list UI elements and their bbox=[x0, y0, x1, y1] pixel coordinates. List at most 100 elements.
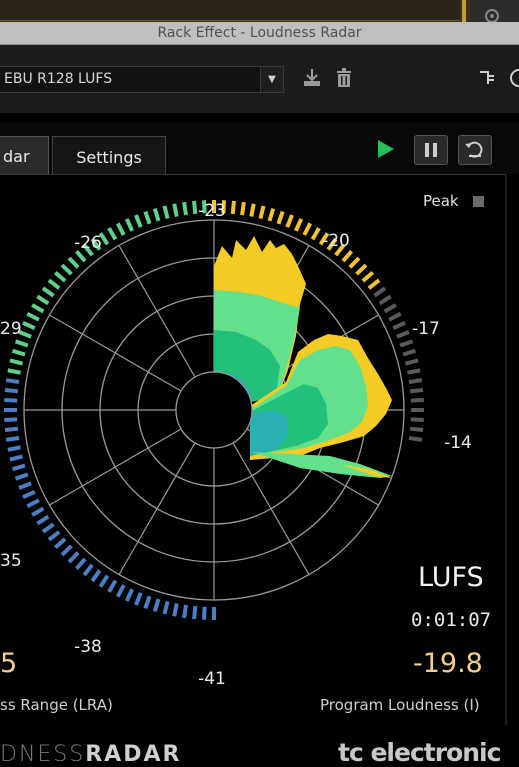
ring-segment bbox=[396, 330, 410, 339]
ring-segment bbox=[341, 249, 354, 263]
host-gear-area[interactable] bbox=[470, 0, 519, 23]
tab-radar[interactable]: dar bbox=[0, 136, 49, 175]
ring-segment bbox=[402, 348, 417, 357]
ring-segment bbox=[60, 544, 73, 557]
window-title-bar[interactable]: Rack Effect - Loudness Radar bbox=[0, 22, 519, 45]
ring-segment bbox=[5, 378, 20, 384]
ring-segment bbox=[383, 303, 397, 314]
ring-segment bbox=[361, 270, 375, 283]
ring-segment bbox=[9, 454, 24, 462]
ring-segment bbox=[143, 595, 152, 610]
ring-segment bbox=[285, 214, 294, 228]
scale-label-minus23: -23 bbox=[198, 201, 226, 221]
ring-segment bbox=[31, 506, 45, 517]
ring-segment bbox=[404, 358, 419, 366]
pause-button[interactable] bbox=[414, 135, 448, 165]
trash-icon[interactable] bbox=[334, 67, 354, 93]
routing-icon[interactable] bbox=[478, 68, 498, 92]
ring-segment bbox=[143, 210, 152, 225]
play-icon[interactable] bbox=[370, 135, 402, 163]
ring-segment bbox=[31, 303, 45, 314]
ring-segment bbox=[107, 227, 118, 241]
ring-segment bbox=[26, 311, 40, 322]
brand-left-thin: DNESS bbox=[0, 742, 86, 767]
peak-label: Peak bbox=[423, 192, 459, 210]
scale-label-minus38: -38 bbox=[74, 637, 102, 657]
host-track-strip bbox=[0, 0, 460, 21]
chevron-down-icon[interactable]: ▼ bbox=[260, 67, 283, 92]
tab-settings[interactable]: Settings bbox=[52, 136, 166, 175]
preset-value: EBU R128 LUFS bbox=[4, 71, 113, 87]
ring-segment bbox=[162, 600, 170, 615]
power-icon[interactable] bbox=[508, 66, 519, 94]
ring-segment bbox=[7, 445, 21, 452]
scale-label-minus26: -26 bbox=[74, 233, 102, 253]
pause-icon[interactable] bbox=[415, 136, 447, 164]
ring-segment bbox=[409, 426, 424, 432]
ring-segment bbox=[36, 294, 50, 306]
ring-segment bbox=[7, 368, 21, 375]
gear-icon[interactable] bbox=[470, 0, 519, 23]
ring-segment bbox=[90, 569, 102, 583]
ring-segment bbox=[399, 339, 414, 348]
ring-segment bbox=[22, 490, 36, 500]
ring-segment bbox=[26, 498, 40, 509]
ring-segment bbox=[409, 388, 424, 394]
plugin-footer: DNESSRADAR tc electronic bbox=[0, 728, 519, 767]
ring-segment bbox=[182, 604, 188, 619]
peak-indicator bbox=[473, 196, 484, 207]
ring-segment bbox=[267, 207, 276, 222]
host-top-bar bbox=[0, 0, 519, 23]
ring-segment bbox=[14, 339, 29, 348]
ring-segment bbox=[202, 606, 207, 620]
ring-segment bbox=[367, 278, 381, 290]
brand-logo-right: tc electronic bbox=[338, 738, 501, 767]
scale-label-minus20: -20 bbox=[322, 231, 350, 251]
radar-spoke bbox=[49, 428, 182, 506]
ring-segment bbox=[18, 481, 32, 490]
ring-segment bbox=[373, 286, 387, 298]
ring-segment bbox=[124, 218, 134, 232]
program-loudness-label: Program Loudness (I) bbox=[320, 696, 480, 714]
ring-segment bbox=[11, 463, 26, 472]
ring-segment bbox=[74, 557, 87, 571]
reset-button[interactable] bbox=[458, 135, 492, 165]
ring-segment bbox=[47, 530, 61, 542]
reset-icon[interactable] bbox=[459, 136, 491, 164]
ring-segment bbox=[162, 205, 170, 220]
ring-segment bbox=[4, 398, 18, 403]
ring-segment bbox=[98, 574, 110, 588]
loudness-radar: -23 -20 -17 -14 -26 29 35 -38 -41 bbox=[0, 200, 472, 689]
ring-segment bbox=[9, 358, 24, 366]
lra-value: 5 bbox=[0, 648, 18, 679]
ring-segment bbox=[14, 472, 29, 481]
ring-segment bbox=[258, 205, 266, 220]
preset-select[interactable]: EBU R128 LUFS ▼ bbox=[0, 66, 284, 93]
radar-spoke bbox=[118, 442, 196, 575]
host-gold-marker bbox=[462, 0, 466, 22]
ring-segment bbox=[115, 584, 126, 598]
ring-segment bbox=[47, 278, 61, 290]
save-preset-icon[interactable] bbox=[301, 66, 323, 94]
ring-segment bbox=[22, 320, 36, 330]
tab-radar-label: dar bbox=[3, 147, 30, 166]
ring-segment bbox=[5, 436, 20, 442]
window-title: Rack Effect - Loudness Radar bbox=[157, 25, 362, 41]
ring-segment bbox=[82, 563, 94, 577]
ring-segment bbox=[67, 551, 80, 564]
ring-segment bbox=[302, 222, 313, 236]
scale-label-minus14: -14 bbox=[444, 433, 472, 453]
ring-segment bbox=[378, 294, 392, 306]
ring-segment bbox=[124, 588, 134, 602]
ring-segment bbox=[240, 201, 246, 216]
play-button[interactable] bbox=[370, 135, 402, 163]
ring-segment bbox=[36, 514, 50, 526]
ring-segment bbox=[172, 603, 179, 617]
lra-label: ss Range (LRA) bbox=[0, 696, 113, 714]
ring-segment bbox=[407, 368, 421, 375]
brand-logo-left: DNESSRADAR bbox=[0, 742, 181, 767]
ring-segment bbox=[410, 398, 424, 403]
ring-segment bbox=[4, 417, 18, 422]
ring-segment bbox=[355, 263, 368, 276]
ring-segment bbox=[67, 256, 80, 269]
